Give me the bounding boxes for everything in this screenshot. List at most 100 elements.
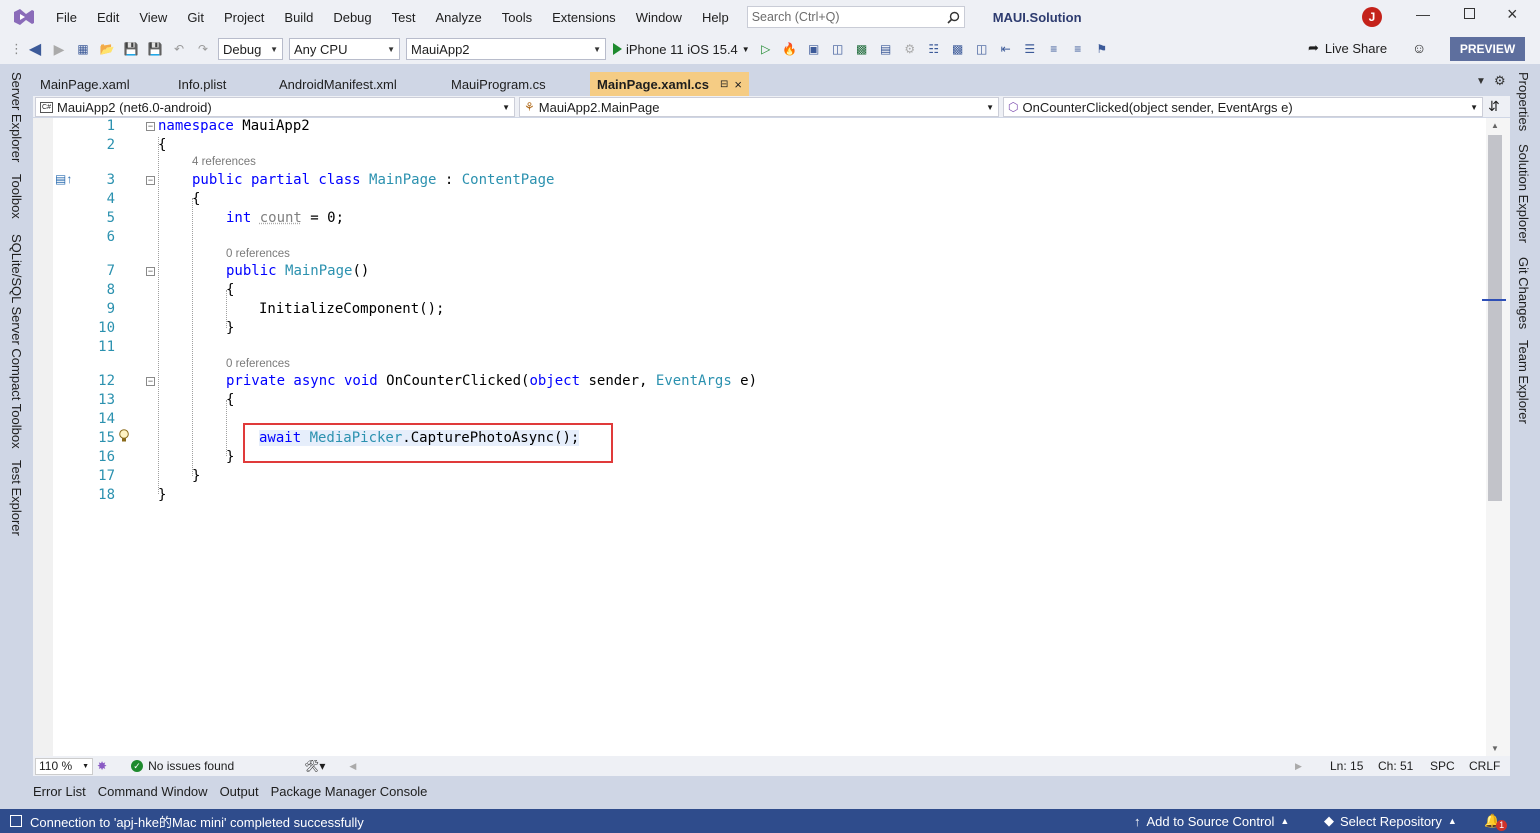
codelens-references[interactable]: 0 references bbox=[226, 248, 290, 260]
minimize-icon[interactable]: — bbox=[1416, 6, 1430, 22]
comment-icon[interactable]: ≡ bbox=[1046, 41, 1062, 57]
properties-tab[interactable]: Properties bbox=[1516, 72, 1531, 131]
output-tab[interactable]: Output bbox=[220, 784, 259, 799]
type-dropdown[interactable]: ⚘ MauiApp2.MainPage ▼ bbox=[519, 97, 999, 117]
menu-view[interactable]: View bbox=[129, 10, 177, 25]
cleanup-icon[interactable]: 🛠▾ bbox=[304, 759, 325, 773]
scroll-down-icon[interactable]: ▼ bbox=[1491, 744, 1499, 753]
bookmark-icon[interactable]: ⚑ bbox=[1094, 41, 1110, 57]
keyword: public bbox=[226, 263, 286, 279]
live-share-button[interactable]: ➦ Live Share bbox=[1308, 40, 1387, 56]
split-editor-icon[interactable]: ⇵ bbox=[1488, 98, 1500, 115]
inheritance-margin-icon[interactable]: ▤↑ bbox=[55, 172, 72, 186]
menu-build[interactable]: Build bbox=[274, 10, 323, 25]
scroll-left-icon[interactable]: ◀ bbox=[349, 761, 356, 772]
feedback-icon[interactable]: ☺ bbox=[1412, 40, 1426, 56]
menu-window[interactable]: Window bbox=[626, 10, 692, 25]
collapse-icon[interactable]: − bbox=[146, 122, 155, 131]
tab-overflow-icon[interactable]: ▼ bbox=[1476, 76, 1486, 87]
command-window-tab[interactable]: Command Window bbox=[98, 784, 208, 799]
menu-tools[interactable]: Tools bbox=[492, 10, 542, 25]
platform-select[interactable]: Any CPU ▼ bbox=[289, 38, 400, 60]
tab-mainpage-xaml[interactable]: MainPage.xaml bbox=[33, 72, 171, 96]
open-folder-icon[interactable]: 📂 bbox=[99, 41, 115, 57]
solution-explorer-tab[interactable]: Solution Explorer bbox=[1516, 144, 1531, 243]
menu-debug[interactable]: Debug bbox=[323, 10, 381, 25]
error-list-tab[interactable]: Error List bbox=[33, 784, 86, 799]
select-repository-button[interactable]: ◆ Select Repository ▲ bbox=[1324, 813, 1457, 829]
pin-icon[interactable]: ⊟ bbox=[720, 79, 728, 90]
toolbar-icon-4[interactable]: ⚙ bbox=[902, 41, 918, 57]
tab-info-plist[interactable]: Info.plist bbox=[171, 72, 272, 96]
menu-git[interactable]: Git bbox=[177, 10, 214, 25]
collapse-icon[interactable]: − bbox=[146, 377, 155, 386]
maximize-icon[interactable] bbox=[1464, 8, 1475, 19]
uncomment-icon[interactable]: ≡ bbox=[1070, 41, 1086, 57]
navigate-forward-icon[interactable]: ▶ bbox=[51, 41, 67, 57]
lightbulb-icon[interactable] bbox=[118, 429, 130, 443]
menu-project[interactable]: Project bbox=[214, 10, 274, 25]
column-indicator[interactable]: Ch: 51 bbox=[1378, 759, 1413, 773]
save-all-icon[interactable]: 💾 bbox=[147, 41, 163, 57]
notifications-button[interactable]: 🔔 1 bbox=[1484, 812, 1508, 831]
menu-help[interactable]: Help bbox=[692, 10, 739, 25]
git-changes-tab[interactable]: Git Changes bbox=[1516, 257, 1531, 329]
menu-test[interactable]: Test bbox=[382, 10, 426, 25]
redo-icon[interactable]: ↷ bbox=[195, 41, 211, 57]
member-dropdown[interactable]: ⬡ OnCounterClicked(object sender, EventAr… bbox=[1003, 97, 1483, 117]
collapse-icon[interactable]: − bbox=[146, 176, 155, 185]
terminal-icon[interactable]: ▩ bbox=[950, 41, 966, 57]
save-icon[interactable]: 💾 bbox=[123, 41, 139, 57]
preview-button[interactable]: PREVIEW bbox=[1450, 37, 1525, 61]
add-to-source-control-button[interactable]: ↑ Add to Source Control ▲ bbox=[1134, 814, 1289, 829]
toolbar-icon-1[interactable]: ▣ bbox=[806, 41, 822, 57]
menu-edit[interactable]: Edit bbox=[87, 10, 129, 25]
codelens-references[interactable]: 0 references bbox=[226, 358, 290, 370]
intellicode-icon[interactable]: ✸ bbox=[97, 759, 107, 773]
close-tab-icon[interactable]: × bbox=[734, 77, 742, 92]
start-without-debugging-icon[interactable]: ▷ bbox=[758, 41, 774, 57]
device-icon[interactable]: ▩ bbox=[854, 41, 870, 57]
navigate-back-icon[interactable]: ◀ bbox=[27, 41, 43, 58]
package-manager-console-tab[interactable]: Package Manager Console bbox=[271, 784, 428, 799]
toolbar-icon-7[interactable]: ⇤ bbox=[998, 41, 1014, 57]
collapse-icon[interactable]: − bbox=[146, 267, 155, 276]
toolbar-icon-5[interactable]: ☷ bbox=[926, 41, 942, 57]
server-explorer-tab[interactable]: Server Explorer bbox=[9, 72, 24, 162]
tab-mainpage-xaml-cs[interactable]: MainPage.xaml.cs ⊟ × bbox=[590, 72, 750, 96]
configuration-select[interactable]: Debug ▼ bbox=[218, 38, 283, 60]
project-dropdown[interactable]: C# MauiApp2 (net6.0-android) ▼ bbox=[35, 97, 515, 117]
whitespace-indicator[interactable]: SPC bbox=[1430, 759, 1455, 773]
scrollbar-thumb[interactable] bbox=[1488, 135, 1502, 501]
toolbox-tab[interactable]: Toolbox bbox=[9, 174, 24, 219]
search-input[interactable]: Search (Ctrl+Q) bbox=[746, 6, 965, 28]
team-explorer-tab[interactable]: Team Explorer bbox=[1516, 340, 1531, 424]
menu-file[interactable]: File bbox=[46, 10, 87, 25]
hot-reload-icon[interactable]: 🔥 bbox=[782, 41, 798, 57]
test-explorer-tab[interactable]: Test Explorer bbox=[9, 460, 24, 536]
zoom-select[interactable]: 110 % ▼ bbox=[35, 757, 93, 775]
tab-androidmanifest[interactable]: AndroidManifest.xml bbox=[272, 72, 444, 96]
menu-extensions[interactable]: Extensions bbox=[542, 10, 626, 25]
undo-icon[interactable]: ↶ bbox=[171, 41, 187, 57]
toolbar-icon-3[interactable]: ▤ bbox=[878, 41, 894, 57]
line-indicator[interactable]: Ln: 15 bbox=[1330, 759, 1363, 773]
tab-mauiprogram[interactable]: MauiProgram.cs bbox=[444, 72, 590, 96]
settings-gear-icon[interactable]: ⚙ bbox=[1494, 73, 1506, 89]
avatar[interactable]: J bbox=[1362, 7, 1382, 27]
close-icon[interactable]: × bbox=[1507, 4, 1518, 25]
sqlite-toolbox-tab[interactable]: SQLite/SQL Server Compact Toolbox bbox=[9, 234, 24, 449]
toolbar-icon-6[interactable]: ◫ bbox=[974, 41, 990, 57]
line-ending-indicator[interactable]: CRLF bbox=[1469, 759, 1500, 773]
scroll-right-icon[interactable]: ▶ bbox=[1295, 761, 1302, 772]
menu-analyze[interactable]: Analyze bbox=[425, 10, 491, 25]
issues-indicator[interactable]: ✓ No issues found bbox=[131, 759, 234, 773]
codelens-references[interactable]: 4 references bbox=[192, 156, 256, 168]
new-project-icon[interactable]: ▦ bbox=[75, 41, 91, 57]
code-editor[interactable]: 1 2 3 4 5 6 7 8 9 10 11 12 13 14 15 16 1… bbox=[33, 118, 1486, 756]
run-button[interactable]: iPhone 11 iOS 15.4 ▼ bbox=[613, 42, 750, 57]
startup-project-select[interactable]: MauiApp2 ▼ bbox=[406, 38, 606, 60]
scroll-up-icon[interactable]: ▲ bbox=[1491, 121, 1499, 130]
toolbar-icon-8[interactable]: ☰ bbox=[1022, 41, 1038, 57]
toolbar-icon-2[interactable]: ◫ bbox=[830, 41, 846, 57]
